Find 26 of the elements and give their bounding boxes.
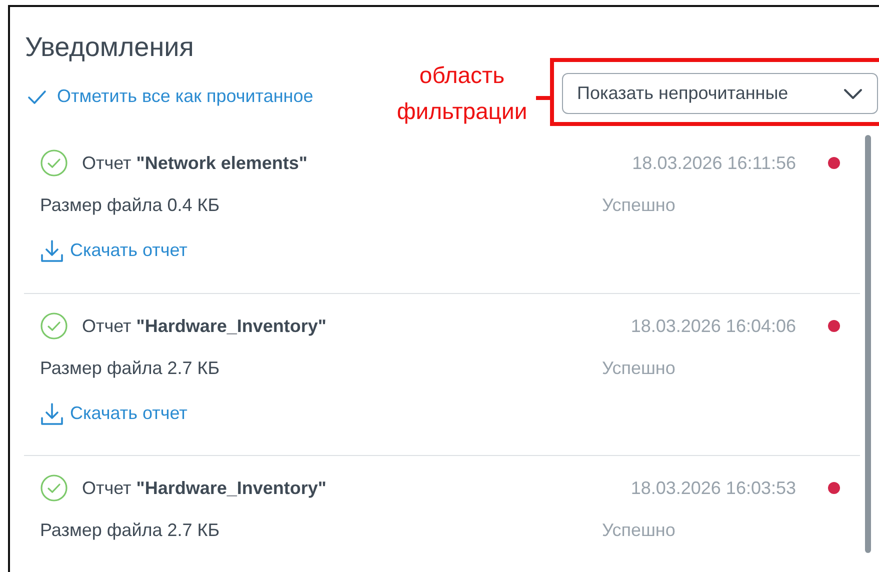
notification-status: Успешно	[602, 194, 676, 216]
download-icon	[40, 238, 64, 262]
annotation-label: область фильтрации	[396, 61, 528, 126]
check-circle-icon	[40, 149, 68, 177]
notification-title: Отчет "Hardware_Inventory"	[82, 314, 326, 338]
notification-time: 18.03.2026 16:04:06	[630, 314, 796, 338]
notification-time: 18.03.2026 16:11:56	[632, 152, 796, 174]
filter-dropdown[interactable]: Показать непрочитанные	[562, 73, 878, 114]
file-size: Размер файла 2.7 КБ	[40, 518, 221, 542]
annotation-connector	[536, 96, 552, 100]
notification-status: Успешно	[602, 356, 676, 380]
notification-title: Отчет "Network elements"	[82, 152, 308, 174]
notification-time: 18.03.2026 16:03:53	[630, 476, 796, 500]
chevron-down-icon	[843, 88, 863, 100]
check-circle-icon	[40, 312, 68, 340]
file-size: Размер файла 0.4 КБ	[40, 194, 221, 217]
panel-title: Уведомления	[25, 31, 194, 64]
check-circle-icon	[40, 474, 68, 502]
notification-status: Успешно	[602, 518, 676, 542]
download-report-link[interactable]: Скачать отчет	[40, 400, 188, 427]
download-icon	[40, 402, 64, 426]
notification-title: Отчет "Hardware_Inventory"	[82, 476, 326, 500]
file-size: Размер файла 2.7 КБ	[40, 356, 221, 380]
checkmark-icon	[27, 88, 47, 104]
mark-all-read-link[interactable]: Отметить все как прочитанное	[27, 83, 314, 110]
download-report-link[interactable]: Скачать отчет	[40, 237, 188, 264]
